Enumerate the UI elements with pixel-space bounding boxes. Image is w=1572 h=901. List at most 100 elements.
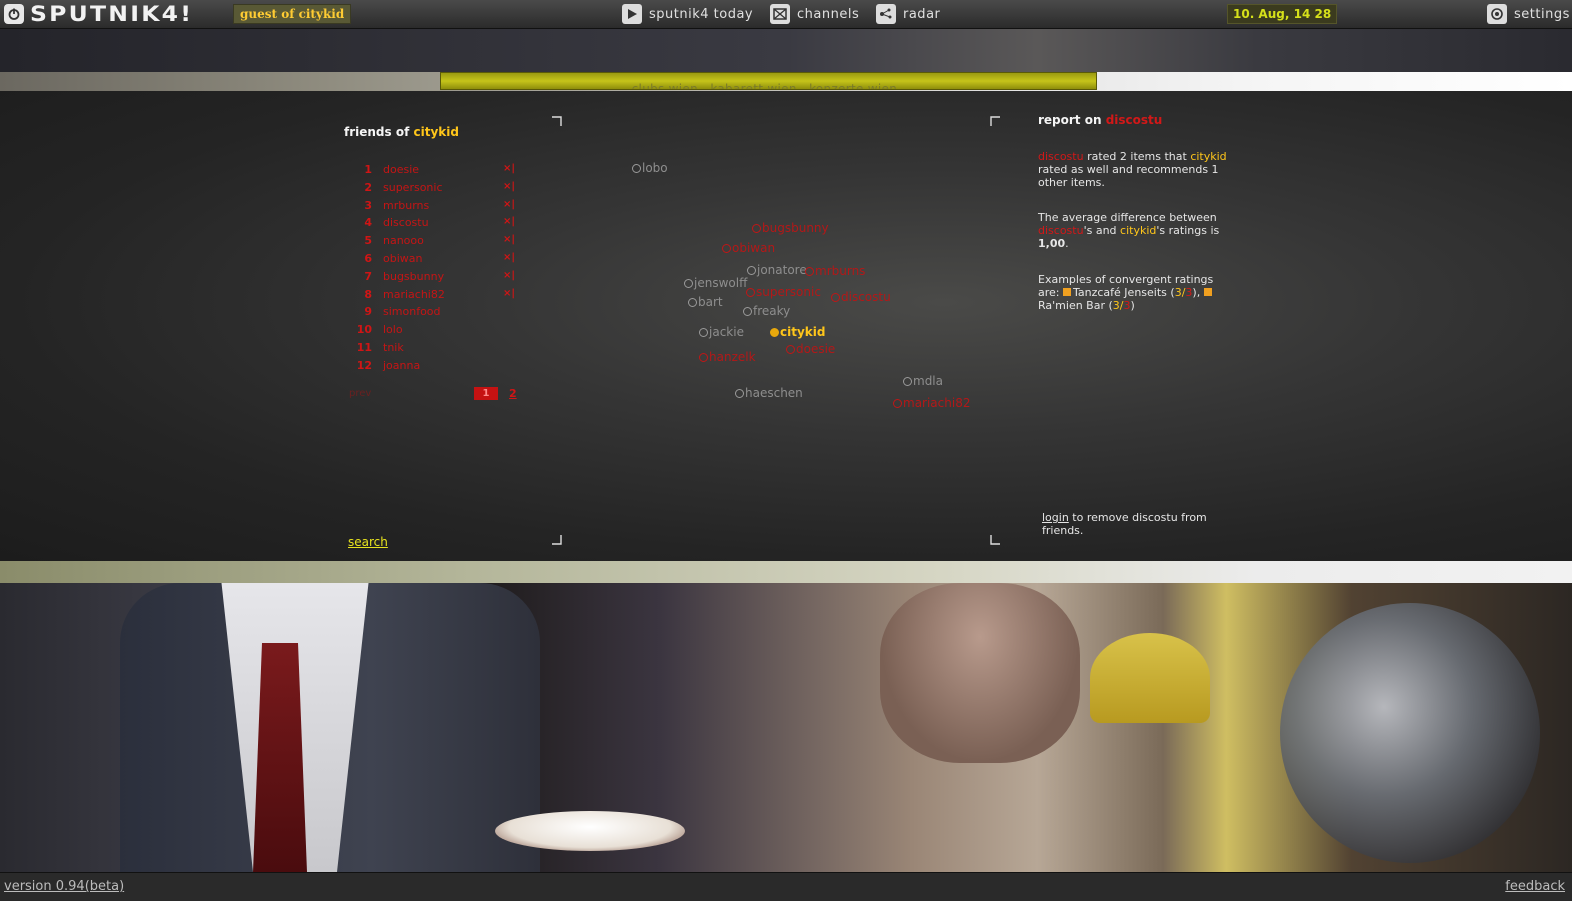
- friend-link[interactable]: mrburns: [383, 199, 429, 212]
- rating-square-icon: [1203, 288, 1212, 296]
- friend-rank: 7: [364, 269, 372, 283]
- report-owner-link[interactable]: citykid: [1120, 224, 1156, 237]
- radar-node[interactable]: doesie: [786, 342, 835, 356]
- list-item: 1 doesie ×|: [344, 163, 524, 181]
- radar-node[interactable]: bart: [688, 295, 723, 309]
- report-text: rated as well and recommends 1 other ite…: [1038, 163, 1219, 189]
- example-item-link[interactable]: Tanzcafé Jenseits: [1073, 286, 1167, 299]
- version-link[interactable]: version 0.94(beta): [4, 879, 124, 894]
- corner-marker-top-right: [990, 116, 1000, 126]
- radar-node[interactable]: hanzelk: [699, 350, 756, 364]
- pager-page-1[interactable]: 1: [474, 387, 498, 400]
- list-item: 2 supersonic ×|: [344, 181, 524, 199]
- radar-node[interactable]: freaky: [743, 304, 790, 318]
- rating-value: 3: [1185, 286, 1193, 299]
- radar-node[interactable]: discostu: [831, 290, 891, 304]
- date-badge: 10. Aug, 14 28: [1227, 4, 1338, 24]
- bottom-bar: version 0.94(beta) feedback: [0, 872, 1572, 901]
- pager-page-2[interactable]: 2: [509, 387, 517, 400]
- logo[interactable]: SPUTNIK4!: [4, 0, 191, 28]
- radar-icon: [876, 4, 896, 24]
- logo-text: SPUTNIK4!: [30, 2, 194, 26]
- radar-node-label: lobo: [642, 161, 668, 175]
- remove-friend-button[interactable]: ×|: [503, 288, 515, 299]
- settings-button[interactable]: settings: [1487, 0, 1570, 28]
- radar-node-label: doesie: [796, 342, 836, 356]
- radar-node[interactable]: mdla: [903, 374, 943, 388]
- friend-link[interactable]: lolo: [383, 323, 403, 336]
- radar-node[interactable]: mariachi82: [893, 396, 970, 410]
- friend-link[interactable]: bugsbunny: [383, 270, 444, 283]
- friend-link[interactable]: discostu: [383, 216, 429, 229]
- report-subject-link[interactable]: discostu: [1106, 113, 1163, 127]
- friend-link[interactable]: supersonic: [383, 181, 443, 194]
- ticker-bar[interactable]: clubs wien . kabarett wien . konzerte wi…: [440, 72, 1097, 90]
- remove-friend-button[interactable]: ×|: [503, 270, 515, 281]
- radar-node-label: jenswolff: [694, 276, 748, 290]
- ticker-text: clubs wien . kabarett wien . konzerte wi…: [631, 82, 906, 90]
- radar-node[interactable]: supersonic: [746, 285, 821, 299]
- radar-node[interactable]: bugsbunny: [752, 221, 829, 235]
- friend-link[interactable]: nanooo: [383, 234, 424, 247]
- friends-title: friends of citykid: [344, 125, 459, 139]
- node-ring-icon: [722, 243, 731, 253]
- node-ring-icon: [831, 292, 840, 302]
- nav-label: radar: [903, 6, 941, 22]
- nav-channels[interactable]: channels: [770, 0, 859, 28]
- node-ring-icon: [747, 265, 756, 275]
- radar-node-label: citykid: [780, 325, 826, 339]
- friend-rank: 9: [364, 305, 372, 319]
- report-average: The average difference between discostu'…: [1038, 211, 1238, 250]
- radar-node[interactable]: lobo: [632, 161, 668, 175]
- friend-link[interactable]: tnik: [383, 341, 404, 354]
- radar-node-label: haeschen: [745, 386, 803, 400]
- node-ring-icon: [752, 223, 761, 233]
- radar-node[interactable]: jonatore: [747, 263, 807, 277]
- radar-node[interactable]: jackie: [699, 325, 744, 339]
- node-ring-icon: [743, 306, 752, 316]
- node-dot-icon: [770, 327, 779, 337]
- friends-owner: citykid: [413, 125, 459, 139]
- list-item: 6 obiwan ×|: [344, 252, 524, 270]
- report-subject-link[interactable]: discostu: [1038, 224, 1084, 237]
- remove-friend-button[interactable]: ×|: [503, 163, 515, 174]
- example-item-link[interactable]: Ra'mien Bar: [1038, 299, 1105, 312]
- feedback-link[interactable]: feedback: [1505, 879, 1565, 894]
- radar-node-label: bugsbunny: [762, 221, 829, 235]
- background-strip-mid: [0, 561, 1572, 583]
- radar-node-label: freaky: [753, 304, 791, 318]
- friend-link[interactable]: mariachi82: [383, 288, 445, 301]
- radar-node-label: jackie: [709, 325, 744, 339]
- report-owner-link[interactable]: citykid: [1190, 150, 1226, 163]
- pager-prev[interactable]: prev: [349, 388, 371, 399]
- nav-sputnik4-today[interactable]: sputnik4 today: [622, 0, 753, 28]
- node-ring-icon: [684, 278, 693, 288]
- nav-radar[interactable]: radar: [876, 0, 940, 28]
- friend-rank: 8: [364, 287, 372, 301]
- radar-node[interactable]: obiwan: [722, 241, 775, 255]
- remove-friend-button[interactable]: ×|: [503, 216, 515, 227]
- radar-node[interactable]: mrburns: [805, 264, 865, 278]
- radar-node-label: obiwan: [732, 241, 776, 255]
- list-item: 7 bugsbunny ×|: [344, 270, 524, 288]
- remove-friend-button[interactable]: ×|: [503, 199, 515, 210]
- list-item: 12 joanna: [344, 359, 524, 377]
- friend-rank: 11: [356, 340, 372, 354]
- friend-link[interactable]: simonfood: [383, 305, 441, 318]
- list-item: 10 lolo: [344, 323, 524, 341]
- radar-node[interactable]: haeschen: [735, 386, 803, 400]
- friend-link[interactable]: obiwan: [383, 252, 422, 265]
- remove-friend-button[interactable]: ×|: [503, 234, 515, 245]
- radar-node-self[interactable]: citykid: [770, 325, 825, 339]
- nav-label: channels: [797, 6, 860, 22]
- radar-node[interactable]: jenswolff: [684, 276, 747, 290]
- report-examples: Examples of convergent ratings are: Tanz…: [1038, 273, 1214, 312]
- remove-friend-button[interactable]: ×|: [503, 252, 515, 263]
- report-subject-link[interactable]: discostu: [1038, 150, 1084, 163]
- remove-friend-button[interactable]: ×|: [503, 181, 515, 192]
- login-link[interactable]: login: [1042, 511, 1069, 524]
- friend-link[interactable]: joanna: [383, 359, 420, 372]
- friend-link[interactable]: doesie: [383, 163, 419, 176]
- power-icon: [4, 4, 24, 24]
- search-link[interactable]: search: [348, 535, 388, 549]
